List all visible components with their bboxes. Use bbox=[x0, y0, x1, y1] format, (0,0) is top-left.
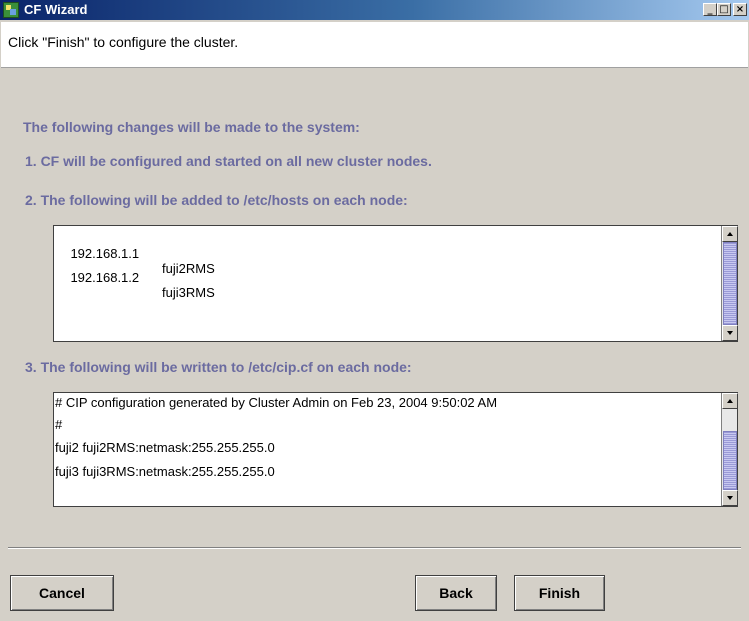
scroll-thumb[interactable] bbox=[723, 242, 737, 325]
cip-scrollbar[interactable] bbox=[721, 393, 738, 506]
back-button[interactable]: Back bbox=[415, 575, 497, 611]
scroll-up-arrow-icon[interactable] bbox=[722, 226, 738, 242]
maximize-button[interactable]: □ bbox=[717, 3, 731, 16]
window-title: CF Wizard bbox=[24, 2, 88, 17]
changes-heading: The following changes will be made to th… bbox=[23, 119, 360, 135]
hosts-scrollbar[interactable] bbox=[721, 226, 738, 341]
cip-textarea[interactable]: # CIP configuration generated by Cluster… bbox=[53, 392, 738, 507]
host-ip: 192.168.1.2 bbox=[70, 270, 140, 285]
scroll-thumb[interactable] bbox=[723, 431, 737, 490]
cancel-button[interactable]: Cancel bbox=[10, 575, 114, 611]
close-button[interactable]: × bbox=[733, 3, 747, 16]
host-name: fuji3RMS bbox=[162, 285, 215, 300]
scroll-up-arrow-icon[interactable] bbox=[722, 393, 738, 409]
item-1-label: 1. CF will be configured and started on … bbox=[25, 153, 432, 169]
finish-button[interactable]: Finish bbox=[514, 575, 605, 611]
app-icon bbox=[3, 2, 19, 18]
hosts-line: 192.168.1.2 fuji3RMS bbox=[56, 255, 214, 315]
cip-line: fuji3 fuji3RMS:netmask:255.255.255.0 bbox=[55, 464, 275, 479]
cip-line: # CIP configuration generated by Cluster… bbox=[55, 395, 498, 410]
footer-separator bbox=[8, 547, 741, 549]
item-3-label: 3. The following will be written to /etc… bbox=[25, 359, 412, 375]
scroll-down-arrow-icon[interactable] bbox=[722, 490, 738, 506]
item-2-label: 2. The following will be added to /etc/h… bbox=[25, 192, 408, 208]
title-bar: CF Wizard _ □ × bbox=[0, 0, 749, 20]
scroll-down-arrow-icon[interactable] bbox=[722, 325, 738, 341]
instruction-text: Click "Finish" to configure the cluster. bbox=[8, 34, 239, 50]
instruction-panel: Click "Finish" to configure the cluster. bbox=[1, 22, 748, 68]
host-name: fuji2RMS bbox=[162, 261, 215, 276]
hosts-textarea[interactable]: 192.168.1.1 fuji2RMS 192.168.1.2 fuji3RM… bbox=[53, 225, 738, 342]
minimize-button[interactable]: _ bbox=[703, 3, 717, 16]
cip-line: fuji2 fuji2RMS:netmask:255.255.255.0 bbox=[55, 440, 275, 455]
cip-line: # bbox=[55, 417, 63, 432]
